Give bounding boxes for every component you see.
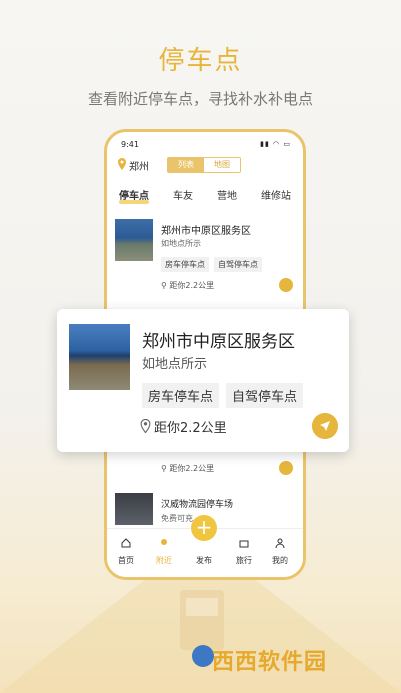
nav-home[interactable]: 首页 (111, 555, 141, 566)
travel-icon (239, 540, 249, 548)
card-subtitle: 如地点所示 (142, 357, 208, 372)
list-item-name[interactable]: 汉威物流园停车场 (161, 497, 233, 510)
watermark-text: 西西软件园 (212, 650, 328, 675)
list-item-thumbnail[interactable] (115, 493, 153, 525)
view-toggle: 列表 地图 (167, 157, 241, 173)
tab-label: 停车点 (119, 191, 149, 202)
distance-text: 距你2.2公里 (169, 281, 215, 290)
card-thumbnail (69, 324, 130, 390)
publish-button[interactable]: + (191, 515, 217, 541)
navigate-icon[interactable] (312, 413, 338, 439)
card-tags: 房车停车点 自驾停车点 (142, 383, 304, 408)
category-tabs: 停车点 车友 营地 维修站 (107, 187, 303, 204)
tag: 房车停车点 (142, 383, 220, 408)
page-subtitle: 查看附近停车点，寻找补水补电点 (87, 90, 313, 108)
toggle-map[interactable]: 地图 (204, 158, 240, 172)
location-pin-icon (118, 158, 126, 170)
nearby-icon (161, 539, 167, 545)
tab-repair[interactable]: 维修站 (261, 187, 291, 202)
nav-publish[interactable]: 发布 (189, 555, 219, 566)
card-distance: 距你2.2公里 (154, 421, 227, 436)
tag: 自驾停车点 (226, 383, 304, 408)
page-title: 停车点 (158, 46, 243, 76)
watermark-logo (192, 645, 214, 667)
popup-card[interactable]: 郑州市中原区服务区 如地点所示 房车停车点 自驾停车点 距你2.2公里 (57, 309, 349, 452)
tab-friends[interactable]: 车友 (173, 187, 193, 202)
tag: 房车停车点 (161, 257, 209, 272)
list-item-subtitle: 如地点所示 (161, 239, 201, 248)
list-item-tags: 房车停车点 自驾停车点 (161, 257, 262, 272)
nav-nearby[interactable]: 附近 (149, 555, 179, 566)
tag: 自驾停车点 (214, 257, 262, 272)
list-item-distance: ⚲ 距你2.2公里 (161, 281, 215, 290)
nav-travel[interactable]: 旅行 (229, 555, 259, 566)
list-item-distance: ⚲ 距你2.2公里 (161, 464, 215, 473)
tab-parking[interactable]: 停车点 (119, 187, 149, 204)
list-item-name[interactable]: 郑州市中原区服务区 (161, 222, 251, 237)
card-name: 郑州市中原区服务区 (142, 332, 295, 352)
status-icons: ▮▮ ◠ ▭ (260, 140, 291, 148)
list-item-thumbnail[interactable] (115, 219, 153, 261)
nav-profile[interactable]: 我的 (265, 555, 295, 566)
home-icon (121, 538, 131, 548)
navigate-icon[interactable] (279, 278, 293, 292)
city-selector[interactable]: 郑州 (129, 158, 149, 173)
status-time: 9:41 (121, 140, 139, 149)
tab-camp[interactable]: 营地 (217, 187, 237, 202)
distance-text: 距你2.2公里 (169, 464, 215, 473)
bottom-nav: + 首页 附近 发布 旅行 我的 (107, 515, 303, 577)
navigate-icon[interactable] (279, 461, 293, 475)
toggle-list[interactable]: 列表 (168, 158, 204, 172)
location-pin-icon (140, 419, 151, 433)
profile-icon (275, 538, 285, 548)
